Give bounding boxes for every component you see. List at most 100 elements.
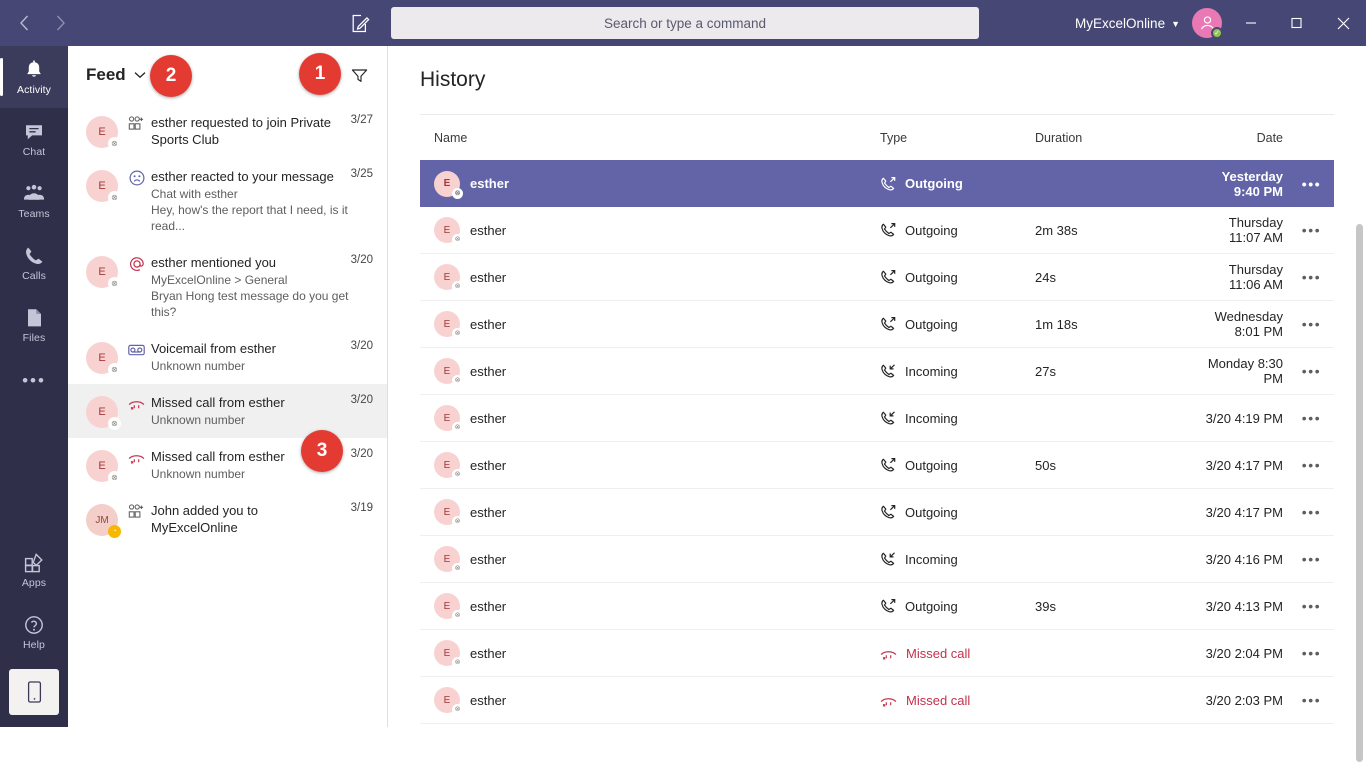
table-row[interactable]: E ⊗ esther Incoming 3/20 4:16 PM •••	[420, 536, 1334, 583]
help-icon	[25, 615, 43, 634]
filter-icon	[351, 68, 367, 82]
vertical-scrollbar[interactable]	[1356, 224, 1363, 769]
sidebar-more-button[interactable]: •••	[0, 356, 68, 406]
org-switcher[interactable]: MyExcelOnline ▼	[1075, 0, 1180, 46]
table-row[interactable]: E ⊗ esther Outgoing 2m 38s Thursday 11:0…	[420, 207, 1334, 254]
close-button[interactable]	[1320, 0, 1366, 46]
call-type: Incoming	[880, 410, 1035, 426]
sidebar-item-help[interactable]: Help	[0, 601, 68, 663]
table-row[interactable]: E ⊗ esther Outgoing 3/20 4:17 PM •••	[420, 489, 1334, 536]
row-more-button[interactable]: •••	[1289, 316, 1334, 332]
table-row[interactable]: E ⊗ esther Outgoing 50s 3/20 4:17 PM •••	[420, 442, 1334, 489]
reaction-icon	[128, 169, 145, 186]
annotation-marker-3: 3	[301, 430, 343, 472]
contact-name: esther	[470, 410, 507, 426]
filter-button[interactable]	[345, 61, 373, 89]
avatar: E ⊗	[434, 170, 463, 199]
maximize-button[interactable]	[1274, 0, 1320, 46]
row-more-button[interactable]: •••	[1289, 692, 1334, 708]
feed-item-body: Voicemail from esther 3/20 Unknown numbe…	[128, 340, 373, 374]
table-row[interactable]: E ⊗ esther Outgoing 1m 18s Wednesday 8:0…	[420, 301, 1334, 348]
call-type-label: Outgoing	[905, 316, 958, 332]
mobile-device-button[interactable]	[9, 669, 59, 715]
row-more-button[interactable]: •••	[1289, 176, 1334, 192]
ellipsis-icon: •••	[1301, 504, 1322, 520]
row-more-button[interactable]: •••	[1289, 645, 1334, 661]
feed-item-text: John added you to MyExcelOnline	[151, 503, 258, 535]
table-row[interactable]: E ⊗ esther Incoming 27s Monday 8:30 PM •…	[420, 348, 1334, 395]
feed-item[interactable]: E ⊗ esther reacted to your message 3/25 C…	[68, 158, 387, 244]
page-title: History	[420, 68, 486, 91]
call-type: Missed call	[880, 646, 1035, 661]
feed-item[interactable]: E ⊗ Voicemail from esther 3/20 Unknown nu…	[68, 330, 387, 384]
sidebar-item-label: Calls	[22, 269, 46, 282]
contact-name: esther	[470, 176, 510, 191]
ellipsis-icon: •••	[1301, 692, 1322, 708]
back-button[interactable]	[6, 5, 42, 41]
table-row[interactable]: E ⊗ esther Missed call 3/20 2:03 PM •••	[420, 677, 1334, 724]
cell-name: E ⊗ esther	[420, 687, 880, 715]
scrollbar-thumb[interactable]	[1356, 224, 1363, 762]
cell-name: E ⊗ esther	[420, 640, 880, 668]
row-more-button[interactable]: •••	[1289, 457, 1334, 473]
feed-item-body: esther requested to join Private Sports …	[128, 114, 373, 148]
search-input[interactable]: Search or type a command	[391, 7, 979, 39]
cell-date: Yesterday 9:40 PM	[1221, 168, 1283, 199]
row-more-button[interactable]: •••	[1289, 410, 1334, 426]
table-row[interactable]: E ⊗ esther Outgoing Yesterday 9:40 PM ••…	[420, 160, 1334, 207]
sidebar-item-chat[interactable]: Chat	[0, 108, 68, 170]
feed-item[interactable]: E ⊗ Missed call from esther 3/20 Unknown …	[68, 384, 387, 438]
compose-button[interactable]	[345, 7, 377, 39]
avatar-initials: E	[443, 647, 451, 659]
contact-name: esther	[470, 363, 507, 379]
outgoing-call-icon	[880, 176, 896, 192]
outgoing-call-icon	[880, 598, 896, 614]
outgoing-call-icon	[881, 599, 896, 613]
presence-offline-badge: ⊗	[452, 610, 463, 621]
sidebar-item-files[interactable]: Files	[0, 294, 68, 356]
column-header-date: Date	[1256, 130, 1283, 145]
sidebar-item-calls[interactable]: Calls	[0, 232, 68, 294]
avatar: E ⊗	[434, 264, 463, 292]
presence-offline-badge: ⊗	[452, 516, 463, 527]
sidebar-item-teams[interactable]: Teams	[0, 170, 68, 232]
forward-button[interactable]	[42, 5, 78, 41]
row-more-button[interactable]: •••	[1289, 222, 1334, 238]
cell-name: E ⊗ esther	[420, 217, 880, 245]
row-more-button[interactable]: •••	[1289, 269, 1334, 285]
outgoing-call-icon	[880, 457, 896, 473]
sidebar-item-apps[interactable]: Apps	[0, 539, 68, 601]
feed-item[interactable]: E ⊗ esther mentioned you 3/20 MyExcelOnli…	[68, 244, 387, 330]
call-type: Outgoing	[880, 457, 1035, 473]
contact-name: esther	[470, 692, 507, 708]
table-row[interactable]: E ⊗ esther Missed call 3/20 2:04 PM •••	[420, 630, 1334, 677]
avatar-initials: E	[443, 459, 451, 471]
ellipsis-icon: •••	[1301, 269, 1322, 285]
table-row[interactable]: E ⊗ esther Outgoing 24s Thursday 11:06 A…	[420, 254, 1334, 301]
presence-offline-badge: ⊗	[108, 471, 121, 484]
table-row[interactable]: E ⊗ esther Incoming 3/20 4:19 PM •••	[420, 395, 1334, 442]
table-row[interactable]: E ⊗ esther Outgoing 39s 3/20 4:13 PM •••	[420, 583, 1334, 630]
app-rail-bottom: Apps Help	[0, 539, 68, 727]
contact-name: esther	[470, 457, 507, 473]
avatar-initials: E	[98, 460, 106, 472]
user-avatar[interactable]: ✓	[1192, 8, 1223, 39]
column-header-name: Name	[434, 130, 468, 145]
avatar: E ⊗	[86, 396, 121, 430]
chevron-down-icon[interactable]	[134, 71, 146, 79]
outgoing-call-icon	[881, 223, 896, 237]
row-more-button[interactable]: •••	[1289, 504, 1334, 520]
cell-type: Incoming	[880, 410, 1035, 426]
row-more-button[interactable]: •••	[1289, 363, 1334, 379]
feed-item[interactable]: JM ◔ John added you to MyExcelOnline 3/19	[68, 492, 387, 546]
feed-item[interactable]: E ⊗ esther requested to join Private Spor…	[68, 104, 387, 158]
minimize-button[interactable]	[1228, 0, 1274, 46]
incoming-call-icon	[881, 552, 895, 566]
feed-item-headline: esther mentioned you 3/20	[128, 254, 373, 272]
cell-name: E ⊗ esther	[420, 264, 880, 292]
feed-item-headline: Missed call from esther 3/20	[128, 394, 373, 412]
sidebar-item-activity[interactable]: Activity	[0, 46, 68, 108]
voicemail-icon	[128, 344, 145, 355]
row-more-button[interactable]: •••	[1289, 551, 1334, 567]
row-more-button[interactable]: •••	[1289, 598, 1334, 614]
